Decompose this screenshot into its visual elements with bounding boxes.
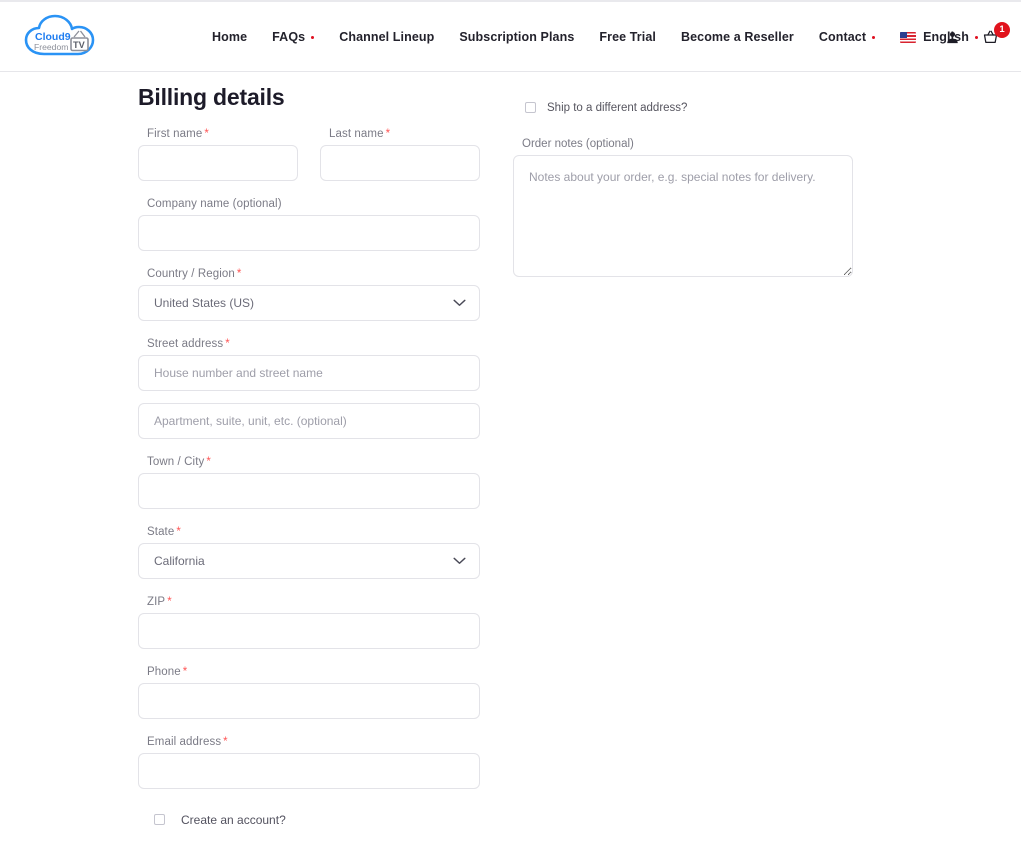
nav-item-become-a-reseller[interactable]: Become a Reseller xyxy=(681,30,794,44)
label-text: Last name xyxy=(329,128,384,140)
nav-item-faqs[interactable]: FAQs xyxy=(272,30,315,44)
field-phone: Phone * xyxy=(138,666,480,719)
phone-label: Phone * xyxy=(147,666,480,678)
nav-item-channel-lineup[interactable]: Channel Lineup xyxy=(339,30,434,44)
cart-button[interactable]: 1 xyxy=(982,22,1010,45)
site-logo[interactable]: Cloud9 Freedom TV xyxy=(22,11,98,63)
town-city-label: Town / City * xyxy=(147,456,480,468)
required-marker: * xyxy=(182,666,188,678)
nav-item-contact[interactable]: Contact xyxy=(818,30,876,44)
create-account-label: Create an account? xyxy=(181,812,286,827)
last-name-input[interactable] xyxy=(320,145,480,181)
nav-label: Contact xyxy=(818,30,867,44)
field-last-name: Last name * xyxy=(320,128,480,181)
field-country: Country / Region * United States (US) xyxy=(138,268,480,321)
svg-text:Freedom: Freedom xyxy=(34,42,68,52)
field-address-line-2 xyxy=(138,403,480,439)
label-text: State xyxy=(147,526,175,538)
ship-different-address-checkbox[interactable] xyxy=(525,102,536,113)
field-town-city: Town / City * xyxy=(138,456,480,509)
nav-label: Home xyxy=(212,30,248,44)
nav-label: Channel Lineup xyxy=(339,30,435,44)
page-title: Billing details xyxy=(138,84,285,110)
field-first-name: First name * xyxy=(138,128,298,181)
field-company-name: Company name (optional) xyxy=(138,198,480,251)
cloud9-freedom-tv-logo-icon: Cloud9 Freedom TV xyxy=(24,14,95,56)
address-line-2-input[interactable] xyxy=(138,403,480,439)
label-text: Phone xyxy=(147,666,181,678)
create-account-checkbox[interactable] xyxy=(154,814,165,825)
field-zip: ZIP * xyxy=(138,596,480,649)
header-actions: 1 xyxy=(945,2,1010,72)
nav-label: Become a Reseller xyxy=(680,30,794,44)
name-row: First name * Last name * xyxy=(138,111,480,181)
site-header: Cloud9 Freedom TV Home FAQs Channel Line… xyxy=(0,2,1021,72)
required-marker: * xyxy=(204,128,209,140)
required-marker: * xyxy=(223,736,228,748)
dropdown-indicator-icon xyxy=(872,35,876,39)
ship-different-address-row[interactable]: Ship to a different address? xyxy=(521,99,853,116)
street-address-label: Street address * xyxy=(147,338,480,350)
state-select[interactable]: California xyxy=(138,543,480,579)
svg-text:TV: TV xyxy=(73,40,86,50)
last-name-label: Last name * xyxy=(329,128,480,140)
required-marker: * xyxy=(206,456,211,468)
nav-item-home[interactable]: Home xyxy=(212,30,247,44)
cart-count-badge: 1 xyxy=(994,22,1010,38)
field-state: State * California xyxy=(138,526,480,579)
billing-details-section: Billing details First name * Last name * C… xyxy=(138,73,480,828)
label-text: Town / City xyxy=(147,456,205,468)
field-street-address: Street address * xyxy=(138,338,480,391)
company-name-label: Company name (optional) xyxy=(147,198,282,210)
country-select-wrapper: United States (US) xyxy=(138,285,480,321)
label-text: Country / Region xyxy=(147,268,235,280)
country-select[interactable]: United States (US) xyxy=(138,285,480,321)
nav-item-free-trial[interactable]: Free Trial xyxy=(599,30,656,44)
email-label: Email address * xyxy=(147,736,480,748)
nav-label: Free Trial xyxy=(599,30,656,44)
state-label: State * xyxy=(147,526,480,538)
company-name-input[interactable] xyxy=(138,215,480,251)
first-name-label: First name * xyxy=(147,128,298,140)
order-notes-label: Order notes (optional) xyxy=(522,138,634,150)
email-input[interactable] xyxy=(138,753,480,789)
order-notes-textarea[interactable] xyxy=(513,155,853,277)
phone-input[interactable] xyxy=(138,683,480,719)
field-order-notes: Order notes (optional) xyxy=(513,138,853,277)
zip-input[interactable] xyxy=(138,613,480,649)
required-marker: * xyxy=(167,596,172,608)
required-marker: * xyxy=(385,128,391,140)
label-text: Email address xyxy=(147,736,222,748)
ship-different-address-label: Ship to a different address? xyxy=(547,101,688,114)
state-select-wrapper: California xyxy=(138,543,480,579)
field-email: Email address * xyxy=(138,736,480,789)
zip-label: ZIP * xyxy=(147,596,480,608)
required-marker: * xyxy=(225,338,230,350)
label-text: ZIP xyxy=(147,596,166,608)
main-navigation: Home FAQs Channel Lineup Subscription Pl… xyxy=(212,2,978,72)
label-text: Street address xyxy=(147,338,224,350)
shipping-section: Ship to a different address? Order notes… xyxy=(513,73,853,277)
create-account-row[interactable]: Create an account? xyxy=(150,811,480,828)
required-marker: * xyxy=(236,268,242,280)
country-label: Country / Region * xyxy=(147,268,480,280)
street-address-input[interactable] xyxy=(138,355,480,391)
required-marker: * xyxy=(176,526,181,538)
first-name-input[interactable] xyxy=(138,145,298,181)
town-city-input[interactable] xyxy=(138,473,480,509)
nav-item-subscription-plans[interactable]: Subscription Plans xyxy=(459,30,574,44)
us-flag-icon xyxy=(900,31,917,43)
nav-label: Subscription Plans xyxy=(459,30,575,44)
nav-label: FAQs xyxy=(272,30,306,44)
account-button[interactable] xyxy=(945,30,960,45)
user-icon xyxy=(947,31,958,43)
label-text: First name xyxy=(147,128,203,140)
dropdown-indicator-icon xyxy=(311,35,315,39)
